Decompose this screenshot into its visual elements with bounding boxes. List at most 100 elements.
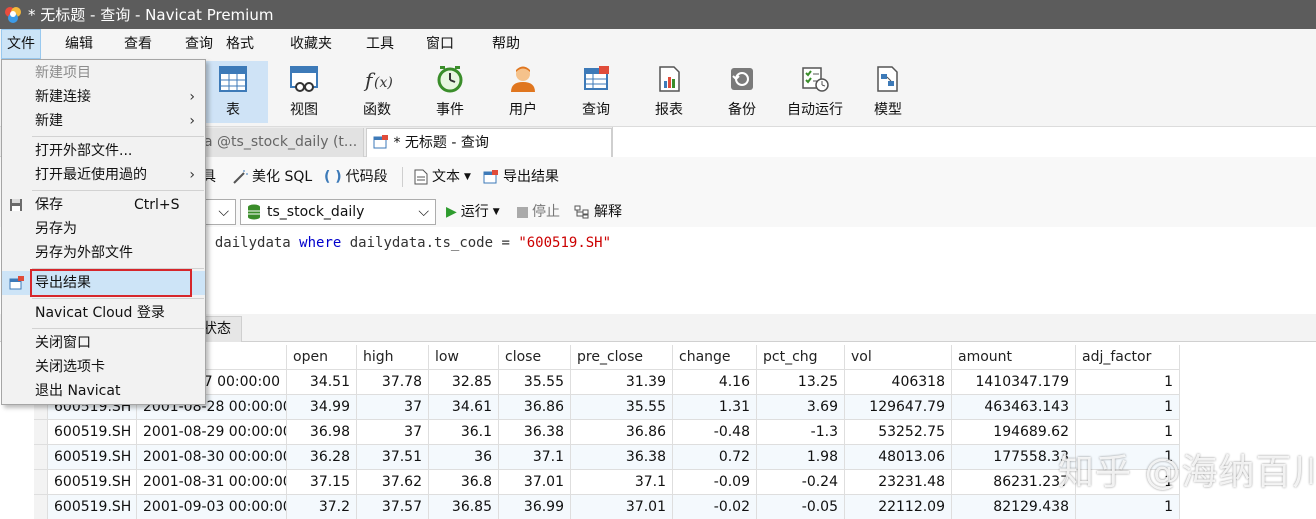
grid-cell[interactable]: 36.98 [287,420,357,445]
col-header-amount[interactable]: amount [952,345,1076,370]
menu-edit[interactable]: 编辑 [60,29,98,59]
menu-exit-navicat[interactable]: 退出 Navicat [2,379,205,403]
grid-cell[interactable]: 36.85 [429,495,499,519]
row-selector[interactable] [34,495,48,519]
menu-new-connection[interactable]: 新建连接 › [2,85,205,109]
menu-view[interactable]: 查看 [119,29,157,59]
export-result-toolbar-button[interactable]: 导出结果 [483,157,559,197]
grid-cell[interactable]: 36.38 [499,420,571,445]
grid-cell[interactable]: 600519.SH [48,420,137,445]
grid-cell[interactable]: 36.99 [499,495,571,519]
grid-cell[interactable]: 36.86 [571,420,673,445]
menu-close-window[interactable]: 关闭窗口 [2,331,205,355]
grid-cell[interactable]: 31.39 [571,370,673,395]
grid-cell[interactable]: 3.69 [757,395,845,420]
grid-cell[interactable]: 37 [357,395,429,420]
grid-cell[interactable]: 82129.438 [952,495,1076,519]
grid-cell[interactable]: 1 [1076,395,1180,420]
grid-cell[interactable]: 2001-08-31 00:00:00 [137,470,287,495]
grid-cell[interactable]: 1 [1076,420,1180,445]
grid-cell[interactable]: 600519.SH [48,470,137,495]
menu-save-as-external[interactable]: 另存为外部文件 [2,241,205,265]
grid-cell[interactable]: 36.1 [429,420,499,445]
grid-cell[interactable]: 600519.SH [48,445,137,470]
col-header-pre-close[interactable]: pre_close [571,345,673,370]
grid-cell[interactable]: 37.78 [357,370,429,395]
grid-cell[interactable]: 2001-08-30 00:00:00 [137,445,287,470]
col-header-pct-chg[interactable]: pct_chg [757,345,845,370]
menu-window[interactable]: 窗口 [421,29,459,59]
stop-button[interactable]: 停止 [517,197,560,227]
col-header-adj-factor[interactable]: adj_factor [1076,345,1180,370]
grid-cell[interactable]: 0.72 [673,445,757,470]
grid-cell[interactable]: 1.31 [673,395,757,420]
grid-cell[interactable]: 37 [357,420,429,445]
grid-cell[interactable]: 32.85 [429,370,499,395]
menu-favorites[interactable]: 收藏夹 [285,29,337,59]
menu-navicat-cloud-login[interactable]: Navicat Cloud 登录 [2,301,205,325]
toolbar-view-button[interactable]: 视图 [271,61,337,123]
grid-cell[interactable]: 36.8 [429,470,499,495]
col-header-change[interactable]: change [673,345,757,370]
explain-button[interactable]: 解释 [574,197,622,227]
menu-help[interactable]: 帮助 [487,29,525,59]
grid-cell[interactable]: 37.1 [499,445,571,470]
toolbar-function-button[interactable]: f (x) 函数 [344,61,410,123]
grid-cell[interactable]: 2001-09-03 00:00:00 [137,495,287,519]
grid-cell[interactable]: 22112.09 [845,495,952,519]
grid-cell[interactable]: 463463.143 [952,395,1076,420]
menu-save[interactable]: 保存 Ctrl+S [2,193,205,217]
grid-cell[interactable]: -1.3 [757,420,845,445]
col-header-high[interactable]: high [357,345,429,370]
grid-cell[interactable]: 35.55 [499,370,571,395]
col-header-close[interactable]: close [499,345,571,370]
grid-cell[interactable]: 2001-08-29 00:00:00 [137,420,287,445]
menu-open-external-file[interactable]: 打开外部文件... [2,139,205,163]
grid-cell[interactable]: 1.98 [757,445,845,470]
grid-cell[interactable]: 4.16 [673,370,757,395]
toolbar-backup-button[interactable]: 备份 [709,61,775,123]
run-button[interactable]: ▶ 运行 ▼ [446,197,500,227]
toolbar-report-button[interactable]: 报表 [636,61,702,123]
row-selector[interactable] [34,420,48,445]
toolbar-schedule-button[interactable]: 自动运行 [782,61,848,123]
grid-cell[interactable]: 34.51 [287,370,357,395]
tab-table-ts-stock-daily[interactable]: a @ts_stock_daily (t... [198,128,364,157]
grid-cell[interactable]: 36.28 [287,445,357,470]
grid-cell[interactable]: -0.05 [757,495,845,519]
row-selector[interactable] [34,445,48,470]
col-header-low[interactable]: low [429,345,499,370]
row-selector[interactable] [34,470,48,495]
grid-cell[interactable]: 37.1 [571,470,673,495]
menu-format[interactable]: 格式 [221,29,259,59]
grid-cell[interactable]: -0.02 [673,495,757,519]
toolbar-query-button[interactable]: 查询 [563,61,629,123]
grid-cell[interactable]: 37.15 [287,470,357,495]
menu-tools[interactable]: 工具 [361,29,399,59]
grid-cell[interactable]: 37.01 [571,495,673,519]
col-header-vol[interactable]: vol [845,345,952,370]
grid-cell[interactable]: -0.09 [673,470,757,495]
code-snippet-button[interactable]: ( ) 代码段 [324,157,388,197]
menu-new[interactable]: 新建 › [2,109,205,133]
menu-file[interactable]: 文件 [1,29,41,59]
toolbar-table-button[interactable]: 表 [198,61,268,123]
grid-cell[interactable]: 600519.SH [48,495,137,519]
col-header-open[interactable]: open [287,345,357,370]
grid-cell[interactable]: 37.51 [357,445,429,470]
grid-cell[interactable]: -0.24 [757,470,845,495]
text-mode-button[interactable]: 文本 ▼ [414,157,471,197]
beautify-sql-button[interactable]: 美化 SQL [232,157,312,197]
tab-untitled-query[interactable]: * 无标题 - 查询 [366,128,612,157]
grid-cell[interactable]: 406318 [845,370,952,395]
menu-save-as[interactable]: 另存为 [2,217,205,241]
menu-close-tab[interactable]: 关闭选项卡 [2,355,205,379]
menu-open-recent[interactable]: 打开最近使用過的 › [2,163,205,187]
database-select[interactable]: ts_stock_daily ⌵ [240,199,436,225]
grid-cell[interactable]: 129647.79 [845,395,952,420]
grid-cell[interactable]: 35.55 [571,395,673,420]
grid-cell[interactable]: 36 [429,445,499,470]
grid-cell[interactable]: 1 [1076,370,1180,395]
grid-cell[interactable]: 36.38 [571,445,673,470]
grid-cell[interactable]: 23231.48 [845,470,952,495]
